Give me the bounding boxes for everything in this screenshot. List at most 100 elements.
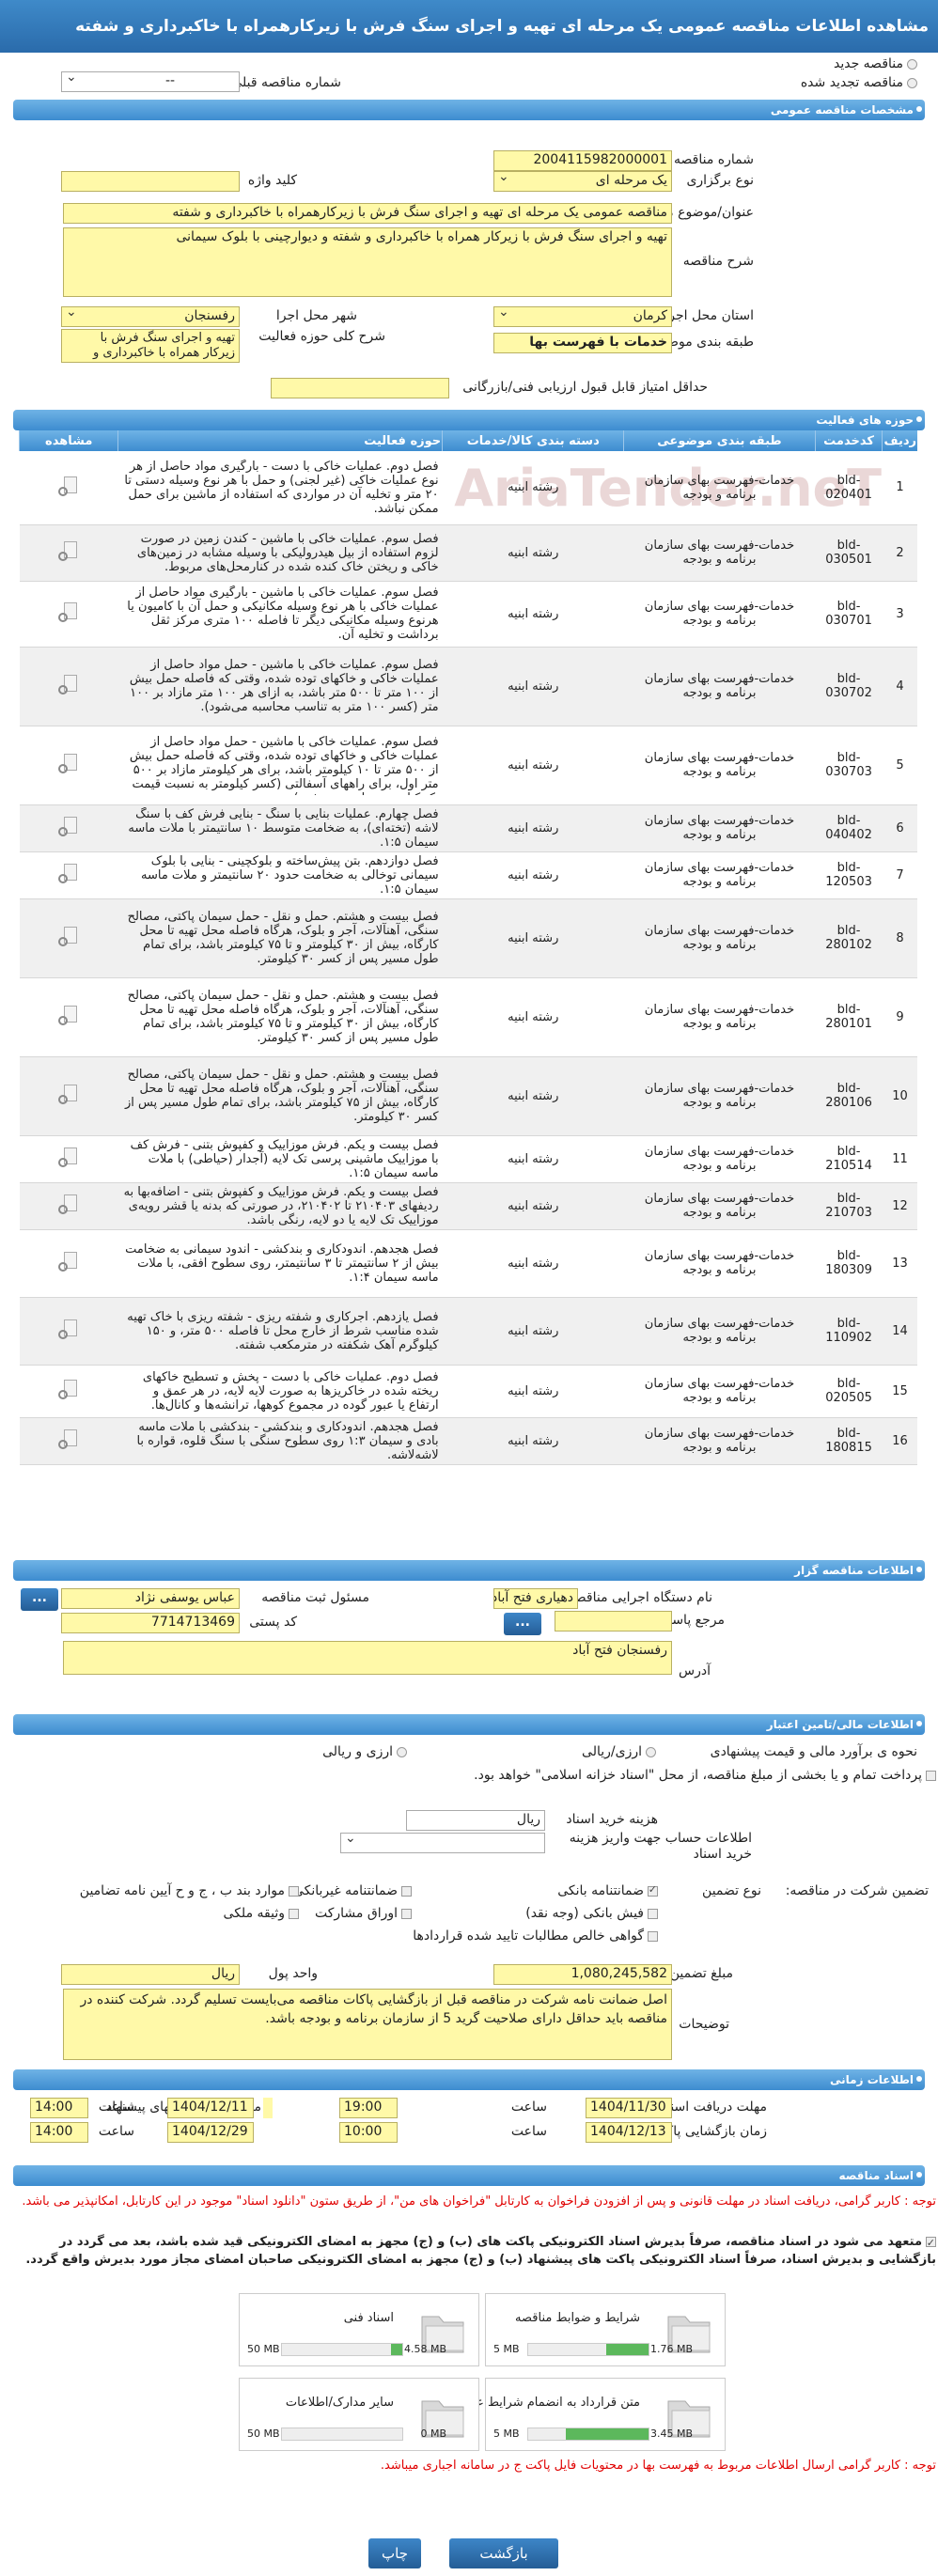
view-details-icon[interactable]: [56, 1146, 81, 1168]
view-details-icon[interactable]: [56, 1318, 81, 1340]
g-fish-checkbox[interactable]: فیش بانکی (وجه نقد): [525, 1906, 658, 1921]
row-activity: فصل چهارم. عملیات بنایی با سنگ - بنایی ف…: [117, 804, 443, 852]
fx-rial-radio-label: ارزی و ریالی: [322, 1744, 393, 1759]
renewed-tender-radio[interactable]: مناقصه تجدید شده: [801, 75, 917, 90]
print-button[interactable]: چاپ: [368, 2538, 421, 2568]
view-details-icon[interactable]: [56, 1250, 81, 1272]
doc-file-box[interactable]: اسناد فنی 4.58 MB 50 MB: [239, 2293, 479, 2366]
account-select[interactable]: [340, 1833, 545, 1853]
g-bonds-checkbox[interactable]: اوراق مشارکت: [315, 1906, 412, 1921]
row-category: رشته ابنیه: [442, 647, 624, 726]
row-idx-text: 13: [892, 1256, 908, 1271]
row-view: [19, 977, 118, 1057]
row-code-text: bld-210703: [825, 1192, 872, 1220]
province-select[interactable]: کرمان: [493, 306, 672, 327]
row-activity-text: فصل یازدهم. آجرکاری و شفته ریزی - شفته ر…: [127, 1309, 439, 1352]
row-code-text: bld-280102: [825, 924, 872, 952]
g-property-label: وثیقه ملکی: [223, 1906, 285, 1921]
table-row: 3 bld-030701 خدمات-فهرست بهای سازمان برنام…: [19, 581, 917, 648]
g-bonds-checkbox-icon: [401, 1908, 412, 1919]
row-idx: 7: [882, 851, 917, 899]
view-details-icon[interactable]: [56, 1193, 81, 1215]
row-category: رشته ابنیه: [442, 1365, 624, 1418]
view-details-icon[interactable]: [56, 1428, 81, 1450]
row-category: رشته ابنیه: [442, 977, 624, 1057]
row-category-text: رشته ابنیه: [508, 1256, 559, 1271]
g-property-checkbox[interactable]: وثیقه ملکی: [224, 1906, 299, 1921]
row-classification: خدمات-فهرست بهای سازمان برنامه و بودجه: [623, 1297, 816, 1366]
row-code-text: bld-020505: [825, 1377, 872, 1405]
receive-hour-label: ساعت: [510, 2100, 547, 2115]
new-tender-radio[interactable]: مناقصه جدید: [834, 56, 917, 71]
prev-tender-select[interactable]: --: [61, 71, 240, 92]
g-items-checkbox[interactable]: موارد بند ب ، ج و ح آیین نامه تضامین: [80, 1883, 299, 1898]
activity-header: حوزه های فعالیت: [13, 410, 925, 430]
view-details-icon[interactable]: [56, 1083, 81, 1105]
fx-rial-radio[interactable]: ارزی و ریالی: [322, 1744, 407, 1759]
row-idx-text: 14: [892, 1323, 908, 1338]
financial-header-label: اطلاعات مالی/تامین اعتبار: [766, 1718, 914, 1731]
row-category: رشته ابنیه: [442, 524, 624, 582]
city-select[interactable]: رفسنجان: [61, 306, 240, 327]
row-code-text: bld-030703: [825, 751, 872, 779]
row-idx-text: 15: [892, 1383, 908, 1398]
row-activity: فصل سوم. عملیات خاکی با ماشین - حمل مواد…: [117, 647, 443, 726]
row-code-text: bld-280101: [825, 1003, 872, 1031]
activity-header-label: حوزه های فعالیت: [816, 414, 914, 427]
row-category: رشته ابنیه: [442, 1056, 624, 1136]
row-category: رشته ابنیه: [442, 1417, 624, 1465]
row-code: bld-210514: [815, 1135, 883, 1183]
docs-commit-checkbox-icon[interactable]: [926, 2234, 936, 2252]
row-idx: 1: [882, 451, 917, 525]
g-bank-checkbox-icon: [648, 1883, 658, 1897]
row-classification: خدمات-فهرست بهای سازمان برنامه و بودجه: [623, 1182, 816, 1230]
view-details-icon[interactable]: [56, 925, 81, 947]
send-time: 14:00: [30, 2098, 88, 2118]
g-bank-checkbox[interactable]: ضمانتنامه بانکی: [557, 1883, 658, 1898]
row-classification: خدمات-فهرست بهای سازمان برنامه و بودجه: [623, 581, 816, 648]
table-row: 8 bld-280102 خدمات-فهرست بهای سازمان برنام…: [19, 898, 917, 978]
address-label: آدرس: [679, 1663, 711, 1678]
ref-select-button[interactable]: ...: [504, 1613, 541, 1635]
g-fish-checkbox-icon: [648, 1908, 658, 1919]
rial-radio[interactable]: ارزی/ریالی: [582, 1744, 656, 1759]
hold-type-select[interactable]: یک مرحله ای: [493, 171, 672, 192]
timing-panel: مهلت دریافت اسناد 1404/11/30 ساعت 19:00 …: [0, 2090, 938, 2160]
resp-select-button[interactable]: ...: [21, 1588, 58, 1611]
row-idx-text: 5: [896, 757, 904, 773]
doc-price-label: هزینه خرید اسناد: [566, 1812, 658, 1827]
table-row: 16 bld-180815 خدمات-فهرست بهای سازمان برنا…: [19, 1417, 917, 1465]
row-view: [19, 1182, 118, 1230]
row-idx-text: 12: [892, 1198, 908, 1213]
row-activity-text: فصل سوم. عملیات خاکی با ماشین - حمل مواد…: [129, 735, 439, 795]
view-details-icon[interactable]: [56, 815, 81, 837]
back-button[interactable]: بازگشت: [449, 2538, 558, 2568]
row-code: bld-180309: [815, 1229, 883, 1298]
view-details-icon[interactable]: [56, 862, 81, 884]
row-code: bld-280106: [815, 1056, 883, 1136]
validity-time: 14:00: [30, 2122, 88, 2143]
treasury-checkbox[interactable]: پرداخت تمام و یا بخشی از مبلغ مناقصه، از…: [34, 1767, 936, 1784]
doc-file-box[interactable]: متن قرارداد به انضمام شرایط عمومی/خصوصی 3…: [398, 2378, 726, 2451]
doc-file-box[interactable]: سایر مدارک/اطلاعات 0 MB 50 MB: [239, 2378, 479, 2451]
view-details-icon[interactable]: [56, 601, 81, 623]
view-details-icon[interactable]: [56, 673, 81, 695]
spacer-4: [263, 2098, 271, 2118]
view-details-icon[interactable]: [56, 1004, 81, 1026]
doc-file-box[interactable]: شرایط و ضوابط مناقصه 1.76 MB 5 MB: [485, 2293, 726, 2366]
row-idx-text: 16: [892, 1433, 908, 1448]
g-claims-checkbox[interactable]: گواهی خالص مطالبات تایید شده قراردادها: [413, 1928, 658, 1944]
view-details-icon[interactable]: [56, 475, 81, 497]
g-items-checkbox-icon: [289, 1885, 299, 1897]
row-idx-text: 2: [896, 545, 904, 560]
view-details-icon[interactable]: [56, 1378, 81, 1400]
table-row: 7 bld-120503 خدمات-فهرست بهای سازمان برنام…: [19, 851, 917, 899]
row-classification: خدمات-فهرست بهای سازمان برنامه و بودجه: [623, 1229, 816, 1298]
view-details-icon[interactable]: [56, 752, 81, 774]
row-classification: خدمات-فهرست بهای سازمان برنامه و بودجه: [623, 1135, 816, 1183]
g-nonbank-checkbox[interactable]: ضمانتنامه غیربانکی: [293, 1883, 412, 1898]
table-row: 2 bld-030501 خدمات-فهرست بهای سازمان برنام…: [19, 524, 917, 582]
page-title: مشاهده اطلاعات مناقصه عمومی یک مرحله ای …: [0, 0, 938, 53]
view-details-icon[interactable]: [56, 539, 81, 562]
col-cls: طبقه بندی موضوعی: [623, 430, 816, 451]
